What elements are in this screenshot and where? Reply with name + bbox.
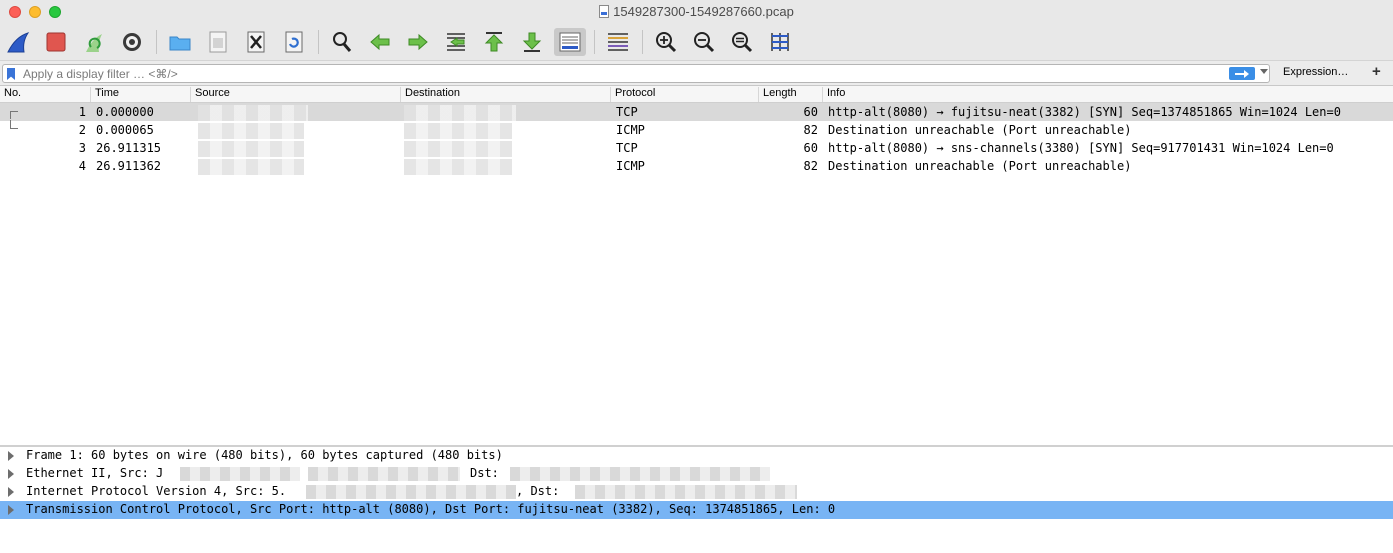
column-header-info[interactable]: Info bbox=[823, 87, 1393, 102]
detail-text-dst: , Dst: bbox=[516, 484, 560, 498]
expression-button[interactable]: Expression… bbox=[1283, 66, 1348, 78]
gear-icon[interactable] bbox=[118, 28, 146, 56]
packet-info: http-alt(8080) → fujitsu-neat(3382) [SYN… bbox=[828, 105, 1341, 119]
packet-info: Destination unreachable (Port unreachabl… bbox=[828, 159, 1132, 173]
redacted-source bbox=[198, 159, 304, 175]
packet-protocol: ICMP bbox=[616, 159, 645, 173]
last-packet-icon[interactable] bbox=[518, 28, 546, 56]
shark-fin-icon[interactable] bbox=[4, 28, 32, 56]
packet-time: 0.000065 bbox=[96, 123, 154, 137]
column-header-protocol[interactable]: Protocol bbox=[611, 87, 759, 102]
packet-length: 60 bbox=[803, 141, 818, 155]
packet-no: 2 bbox=[78, 123, 86, 137]
redacted-source bbox=[198, 105, 308, 121]
redacted-mac bbox=[510, 467, 770, 481]
go-to-packet-icon[interactable] bbox=[442, 28, 470, 56]
search-icon[interactable] bbox=[328, 28, 356, 56]
redacted-mac bbox=[180, 467, 300, 481]
arrow-right-icon bbox=[1235, 69, 1249, 78]
packet-row[interactable]: 2 0.000065 ICMP 82 Destination unreachab… bbox=[0, 121, 1393, 139]
packet-time: 26.911362 bbox=[96, 159, 162, 173]
apply-filter-button[interactable] bbox=[1229, 67, 1255, 80]
packet-length: 60 bbox=[803, 105, 818, 119]
close-file-icon[interactable] bbox=[242, 28, 270, 56]
window-minimize-button[interactable] bbox=[29, 6, 41, 18]
packet-row[interactable]: 3 26.911315 TCP 60 http-alt(8080) → sns-… bbox=[0, 139, 1393, 157]
colorize-icon[interactable] bbox=[604, 28, 632, 56]
packet-no: 3 bbox=[78, 141, 86, 155]
reload-icon[interactable] bbox=[280, 28, 308, 56]
packet-length: 82 bbox=[803, 123, 818, 137]
detail-text: Transmission Control Protocol, Src Port:… bbox=[26, 502, 836, 516]
detail-tree-item[interactable]: Frame 1: 60 bytes on wire (480 bits), 60… bbox=[0, 447, 1393, 465]
detail-text: Internet Protocol Version 4, Src: 5. bbox=[26, 484, 287, 498]
redacted-ip bbox=[575, 485, 797, 499]
bookmark-icon[interactable] bbox=[7, 68, 15, 80]
packet-protocol: TCP bbox=[616, 141, 638, 155]
packet-list: No. Time Source Destination Protocol Len… bbox=[0, 86, 1393, 445]
packet-protocol: ICMP bbox=[616, 123, 645, 137]
disclosure-triangle-icon[interactable] bbox=[8, 451, 14, 461]
detail-text: Frame 1: 60 bytes on wire (480 bits), 60… bbox=[26, 448, 503, 462]
first-packet-icon[interactable] bbox=[480, 28, 508, 56]
packet-list-header: No. Time Source Destination Protocol Len… bbox=[0, 86, 1393, 103]
folder-icon[interactable] bbox=[166, 28, 194, 56]
packet-no: 1 bbox=[78, 105, 86, 119]
redacted-destination bbox=[404, 123, 512, 139]
autoscroll-icon[interactable] bbox=[554, 28, 586, 56]
restart-icon[interactable] bbox=[80, 28, 108, 56]
related-packet-marker bbox=[10, 111, 18, 119]
title-bar: 1549287300-1549287660.pcap bbox=[0, 0, 1393, 24]
save-icon[interactable] bbox=[204, 28, 232, 56]
column-header-no[interactable]: No. bbox=[0, 87, 91, 102]
packet-info: Destination unreachable (Port unreachabl… bbox=[828, 123, 1132, 137]
display-filter-bar: Expression… + bbox=[0, 60, 1393, 86]
pcap-file-icon bbox=[599, 5, 610, 18]
display-filter-box bbox=[2, 64, 1270, 83]
arrow-right-icon[interactable] bbox=[404, 28, 432, 56]
packet-details-pane: Frame 1: 60 bytes on wire (480 bits), 60… bbox=[0, 447, 1393, 553]
redacted-source bbox=[198, 141, 304, 157]
add-filter-button[interactable]: + bbox=[1372, 63, 1381, 80]
redacted-destination bbox=[404, 105, 516, 121]
column-header-destination[interactable]: Destination bbox=[401, 87, 611, 102]
redacted-destination bbox=[404, 141, 512, 157]
detail-text: Ethernet II, Src: J bbox=[26, 466, 164, 480]
packet-time: 0.000000 bbox=[96, 105, 154, 119]
display-filter-input[interactable] bbox=[23, 66, 1203, 82]
window-close-button[interactable] bbox=[9, 6, 21, 18]
window-title: 1549287300-1549287660.pcap bbox=[613, 4, 794, 19]
column-header-length[interactable]: Length bbox=[759, 87, 823, 102]
redacted-source bbox=[198, 123, 304, 139]
window-maximize-button[interactable] bbox=[49, 6, 61, 18]
column-header-time[interactable]: Time bbox=[91, 87, 191, 102]
detail-text-dst: Dst: bbox=[470, 466, 499, 480]
related-packet-marker bbox=[10, 120, 18, 129]
disclosure-triangle-icon[interactable] bbox=[8, 487, 14, 497]
zoom-reset-icon[interactable] bbox=[728, 28, 756, 56]
resize-columns-icon[interactable] bbox=[766, 28, 794, 56]
packet-no: 4 bbox=[78, 159, 86, 173]
packet-protocol: TCP bbox=[616, 105, 638, 119]
packet-row[interactable]: 4 26.911362 ICMP 82 Destination unreacha… bbox=[0, 157, 1393, 175]
zoom-in-icon[interactable] bbox=[652, 28, 680, 56]
redacted-destination bbox=[404, 159, 512, 175]
stop-icon[interactable] bbox=[42, 28, 70, 56]
detail-tree-item[interactable]: Transmission Control Protocol, Src Port:… bbox=[0, 501, 1393, 519]
packet-info: http-alt(8080) → sns-channels(3380) [SYN… bbox=[828, 141, 1334, 155]
detail-tree-item[interactable]: Ethernet II, Src: J Dst: bbox=[0, 465, 1393, 483]
packet-row[interactable]: 1 0.000000 TCP 60 http-alt(8080) → fujit… bbox=[0, 103, 1393, 121]
arrow-left-icon[interactable] bbox=[366, 28, 394, 56]
main-toolbar bbox=[0, 24, 1393, 60]
packet-length: 82 bbox=[803, 159, 818, 173]
column-header-source[interactable]: Source bbox=[191, 87, 401, 102]
zoom-out-icon[interactable] bbox=[690, 28, 718, 56]
redacted-ip bbox=[306, 485, 516, 499]
packet-time: 26.911315 bbox=[96, 141, 162, 155]
redacted-mac bbox=[308, 467, 460, 481]
disclosure-triangle-icon[interactable] bbox=[8, 505, 14, 515]
chevron-down-icon[interactable] bbox=[1260, 69, 1268, 74]
detail-tree-item[interactable]: Internet Protocol Version 4, Src: 5. , D… bbox=[0, 483, 1393, 501]
disclosure-triangle-icon[interactable] bbox=[8, 469, 14, 479]
